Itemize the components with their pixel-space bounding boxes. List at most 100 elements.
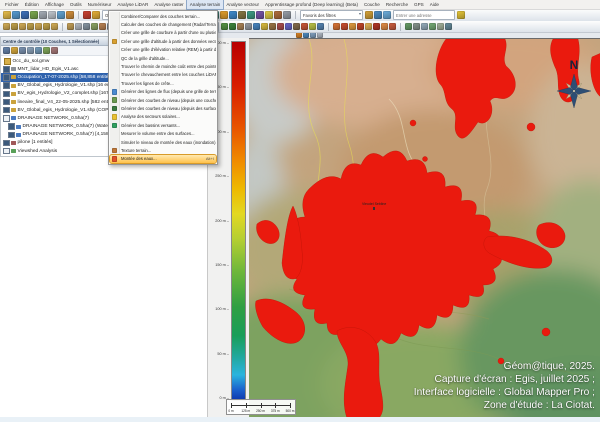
menu-item[interactable]: Trouver le chevauchement entre les couch…: [110, 71, 216, 79]
layer-row[interactable]: pilone [1 entités]: [1, 139, 109, 147]
menu-item[interactable]: Générer des bassins versants...: [110, 121, 216, 129]
ground-icon[interactable]: [269, 23, 276, 30]
layer-checkbox[interactable]: [3, 140, 10, 147]
stats-icon[interactable]: [317, 23, 324, 30]
configure-icon[interactable]: [39, 11, 47, 19]
menu-item[interactable]: Calculer des couches de changement (Rada…: [110, 20, 216, 28]
layer-row[interactable]: BV_egis_Hydrologie_V2_complet.shp [167 e…: [1, 90, 109, 98]
compass-tool-icon[interactable]: [365, 11, 373, 19]
menu-fichier[interactable]: Fichier: [2, 0, 22, 9]
layer-row[interactable]: DRAINAGE NETWORK_0.5ha(7): [1, 114, 109, 122]
brush-icon[interactable]: [67, 23, 74, 30]
digitizer-range-icon[interactable]: [43, 23, 50, 30]
layer-checkbox[interactable]: [3, 82, 10, 89]
line-tool-icon[interactable]: [83, 23, 90, 30]
layer-row[interactable]: DRAINAGE NETWORK_0.5ha(7) (Watershed Are…: [1, 123, 109, 131]
polygon-tool-icon[interactable]: [91, 23, 98, 30]
layer-zoom-icon[interactable]: [35, 47, 42, 54]
shading-icon[interactable]: [389, 23, 396, 30]
soils-icon[interactable]: [437, 23, 444, 30]
menu-item[interactable]: Texture terrain...: [110, 146, 216, 154]
menu-analyse-lidar[interactable]: Analyse LiDAR: [114, 0, 151, 9]
eraser-icon[interactable]: [75, 23, 82, 30]
vegetation-icon[interactable]: [221, 23, 228, 30]
watershed-generate-icon[interactable]: [247, 11, 255, 19]
menu-item[interactable]: Créer une grille d'altitude à partir des…: [110, 37, 216, 45]
menu-item[interactable]: Créer une grille d'élévation relative (R…: [110, 46, 216, 54]
menu-item[interactable]: Simuler le niveau de montée des eaux (in…: [110, 138, 216, 146]
slope-icon[interactable]: [333, 23, 340, 30]
menu-affichage[interactable]: Affichage: [42, 0, 67, 9]
menu-item[interactable]: Trouver les lignes de crête...: [110, 79, 216, 87]
refresh-icon[interactable]: [66, 11, 74, 19]
powerline-icon[interactable]: [285, 23, 292, 30]
layer-checkbox[interactable]: [3, 107, 10, 114]
script-icon[interactable]: [283, 11, 291, 19]
curvature-icon[interactable]: [365, 23, 372, 30]
menu-aide[interactable]: Aide: [427, 0, 442, 9]
flag-icon[interactable]: [301, 23, 308, 30]
layer-checkbox[interactable]: [8, 123, 15, 130]
building-icon[interactable]: [237, 23, 244, 30]
water-icon[interactable]: [253, 23, 260, 30]
menu-item[interactable]: Analyse des secteurs solaires...: [110, 113, 216, 121]
menu-item[interactable]: Montée des eaux...Alt+I: [110, 155, 216, 163]
globe-icon[interactable]: [374, 11, 382, 19]
layer-info-icon[interactable]: [43, 47, 50, 54]
feature-extract-icon[interactable]: [265, 11, 273, 19]
save-workspace-icon[interactable]: [21, 11, 29, 19]
layer-checkbox[interactable]: [3, 99, 10, 106]
layer-check-all-icon[interactable]: [19, 47, 26, 54]
wetlands-icon[interactable]: [405, 23, 412, 30]
menu-analyse-terrain[interactable]: Analyse terrain: [187, 0, 224, 9]
menu-item[interactable]: Générer des lignes de flux (depuis une g…: [110, 88, 216, 96]
menu--dition[interactable]: Édition: [22, 0, 42, 9]
road-icon[interactable]: [245, 23, 252, 30]
digitizer-area-icon[interactable]: [27, 23, 34, 30]
menu-couche[interactable]: Couche: [361, 0, 383, 9]
parcels-icon[interactable]: [413, 23, 420, 30]
hydrology-icon[interactable]: [445, 23, 452, 30]
noise-icon[interactable]: [277, 23, 284, 30]
layer-row[interactable]: DRAINAGE NETWORK_0.5ha(7) [4,158 entités…: [1, 131, 109, 139]
layer-search-icon[interactable]: [3, 47, 10, 54]
habitats-icon[interactable]: [429, 23, 436, 30]
filter-icon[interactable]: [309, 23, 316, 30]
zones-icon[interactable]: [421, 23, 428, 30]
bridge-icon[interactable]: [293, 23, 300, 30]
layer-close-icon[interactable]: [51, 47, 58, 54]
pin-red-icon[interactable]: [83, 11, 91, 19]
menu-apprentissage-profond-deep-learning-beta-[interactable]: Apprentissage profond (Deep learning) (B…: [262, 0, 361, 9]
layer-row[interactable]: lineaire_final_V4_22-05-2025.shp [582 en…: [1, 98, 109, 106]
metadata-icon[interactable]: [57, 11, 65, 19]
favorites-star-icon[interactable]: [457, 11, 465, 19]
menu-outils[interactable]: Outils: [67, 0, 85, 9]
address-search-input[interactable]: [393, 10, 455, 20]
relief-icon[interactable]: [373, 23, 380, 30]
grid-view-icon[interactable]: [48, 11, 56, 19]
layer-checkbox[interactable]: [3, 148, 10, 155]
layer-checkbox[interactable]: [8, 132, 15, 139]
layer-checkbox[interactable]: [3, 91, 10, 98]
water-rise-icon[interactable]: [229, 11, 237, 19]
layer-options-icon[interactable]: [27, 47, 34, 54]
open-file-icon[interactable]: [3, 11, 11, 19]
layer-row[interactable]: Occ_du_sol.gmw: [1, 57, 109, 65]
layer-checkbox[interactable]: [3, 115, 10, 122]
import-data-icon[interactable]: [12, 11, 20, 19]
aspect-icon[interactable]: [341, 23, 348, 30]
menu-item[interactable]: Mesurer le volume entre des surfaces...: [110, 129, 216, 137]
menu-item[interactable]: Combiner/Comparer des couches terrain...: [110, 12, 216, 20]
layer-row[interactable]: Occupation_17-07-2025.shp [58,858 entité…: [1, 73, 109, 81]
gradient-icon[interactable]: [381, 23, 388, 30]
menu-item[interactable]: Générer des courbes de niveau (depuis un…: [110, 96, 216, 104]
hillshade-icon[interactable]: [349, 23, 356, 30]
export-icon[interactable]: [30, 11, 38, 19]
sun-shade-icon[interactable]: [220, 11, 228, 19]
layer-row[interactable]: MNT_lidar_HD_Egis_V1.asc: [1, 65, 109, 73]
tree-icon[interactable]: [229, 23, 236, 30]
menu-item[interactable]: Trouver le chemin de moindre coût entre …: [110, 62, 216, 70]
digitizer-pencil-icon[interactable]: [3, 23, 10, 30]
help-icon[interactable]: [383, 11, 391, 19]
point-tool-icon[interactable]: [99, 23, 106, 30]
